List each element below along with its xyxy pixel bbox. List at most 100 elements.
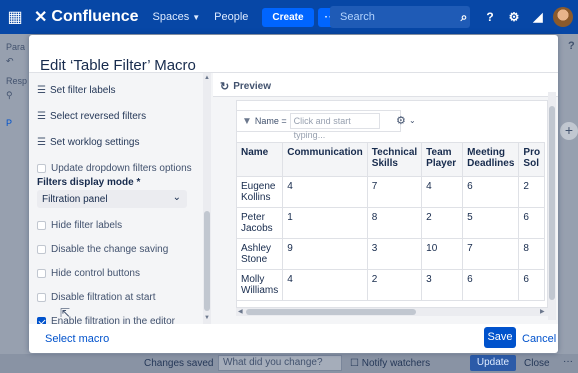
preview-heading[interactable]: ↻ Preview — [220, 80, 271, 93]
checkbox-icon — [37, 164, 46, 173]
column-header[interactable]: Technical Skills — [366, 142, 423, 177]
notifications-icon[interactable]: ◢ — [530, 9, 546, 25]
table-header-row: Name Communication Technical Skills Team… — [235, 142, 546, 177]
select-macro-link[interactable]: Select macro — [45, 333, 109, 345]
avatar[interactable] — [553, 7, 573, 27]
save-button[interactable]: Save — [484, 327, 516, 348]
update-button: Update — [470, 355, 516, 371]
scroll-up-icon[interactable]: ▲ — [204, 75, 210, 81]
disable-filtration-at-start-label: Disable filtration at start — [51, 292, 156, 303]
disable-filtration-at-start-checkbox[interactable]: Disable filtration at start — [37, 292, 156, 303]
app-switcher-icon[interactable]: ▦ — [0, 0, 30, 34]
hide-control-buttons-label: Hide control buttons — [51, 268, 140, 279]
hide-filter-labels-checkbox[interactable]: Hide filter labels — [37, 220, 122, 231]
create-button[interactable]: Create — [262, 7, 314, 27]
scrollbar-thumb[interactable] — [246, 309, 416, 315]
table-cell: Peter Jacobs — [235, 207, 284, 239]
gear-icon[interactable]: ⚙ — [396, 114, 406, 127]
settings-icon[interactable]: ⚙ — [506, 9, 522, 25]
table-cell: 3 — [421, 269, 464, 301]
preview-table: Name Communication Technical Skills Team… — [235, 142, 546, 301]
spaces-menu[interactable]: Spaces ▼ — [153, 11, 201, 23]
column-header[interactable]: Team Player — [421, 142, 464, 177]
set-worklog-settings-label: Set worklog settings — [49, 137, 140, 148]
table-cell: 9 — [282, 238, 368, 270]
mouse-cursor-icon: ⇱ — [60, 306, 71, 320]
table-cell: Molly Williams — [235, 269, 284, 301]
background-icon: ⚲ — [6, 90, 13, 100]
update-dropdown-filters-checkbox[interactable]: Update dropdown filters options — [37, 163, 192, 174]
confluence-logo[interactable]: ✕ Confluence — [34, 7, 139, 27]
set-worklog-settings-link[interactable]: ☰ Set worklog settings — [37, 137, 139, 148]
update-dropdown-filters-label: Update dropdown filters options — [51, 163, 192, 174]
select-reversed-filters-label: Select reversed filters — [49, 111, 147, 122]
scrollbar-thumb[interactable] — [549, 106, 555, 300]
scroll-left-icon[interactable]: ◀ — [238, 308, 243, 315]
disable-change-saving-checkbox[interactable]: Disable the change saving — [37, 244, 168, 255]
table-cell: 8 — [518, 238, 546, 270]
hide-control-buttons-checkbox[interactable]: Hide control buttons — [37, 268, 140, 279]
preview-title: Preview — [233, 81, 272, 92]
scroll-right-icon[interactable]: ▶ — [540, 308, 545, 315]
set-filter-labels-link[interactable]: ☰ Set filter labels — [37, 85, 116, 96]
checkbox-icon — [37, 245, 46, 254]
checkbox-icon — [37, 269, 46, 278]
list-icon: ☰ — [37, 85, 46, 96]
background-undo-icon: ↶ — [6, 56, 14, 66]
column-header[interactable]: Name — [235, 142, 284, 177]
table-cell: 6 — [518, 207, 546, 239]
table-row: Ashley Stone 9 3 10 7 8 — [235, 238, 546, 270]
logo-text: Confluence — [51, 8, 139, 25]
table-row: Molly Williams 4 2 3 6 6 — [235, 269, 546, 301]
name-filter-input[interactable]: Click and start typing... — [289, 113, 380, 140]
filters-display-mode-select[interactable]: Filtration panel ⌄ — [37, 190, 187, 208]
preview-vertical-scrollbar[interactable] — [548, 92, 556, 320]
checkbox-icon — [37, 293, 46, 302]
changes-saved-text: Changes saved — [144, 358, 214, 369]
select-reversed-filters-link[interactable]: ☰ Select reversed filters — [37, 111, 146, 122]
checkbox-icon — [37, 221, 46, 230]
change-comment-input: What did you change? — [218, 355, 342, 371]
table-cell: 10 — [421, 238, 464, 270]
table-cell: 3 — [366, 238, 423, 270]
more-options: ··· — [563, 356, 573, 367]
table-cell: 5 — [462, 207, 520, 239]
funnel-icon: ▼ — [242, 115, 252, 127]
background-help: ? — [568, 40, 575, 52]
search-input[interactable]: Search — [330, 6, 470, 28]
left-panel-scrollbar[interactable]: ▲ ▼ — [203, 73, 211, 324]
checkbox-checked-icon — [37, 317, 46, 324]
cancel-button[interactable]: Cancel — [522, 333, 556, 345]
macro-parameters-panel: ☰ Set filter labels ☰ Select reversed fi… — [29, 73, 213, 324]
search-icon[interactable]: ⌕ — [456, 9, 472, 25]
table-row: Eugene Kollins 4 7 4 6 2 — [235, 176, 546, 208]
disable-change-saving-label: Disable the change saving — [51, 244, 169, 255]
chevron-down-icon[interactable]: ⌄ — [409, 116, 416, 125]
column-header[interactable]: Communication — [282, 142, 368, 177]
list-icon: ☰ — [37, 111, 46, 122]
scrollbar-thumb[interactable] — [204, 211, 210, 311]
close-button: Close — [524, 358, 550, 369]
column-header[interactable]: Meeting Deadlines — [462, 142, 520, 177]
column-header[interactable]: Pro Sol — [518, 142, 546, 177]
help-icon[interactable]: ? — [482, 9, 498, 25]
table-cell: 2 — [518, 176, 546, 208]
scroll-down-icon[interactable]: ▼ — [204, 315, 210, 321]
background-text: Resp — [6, 76, 28, 86]
preview-horizontal-scrollbar[interactable]: ◀ ▶ — [236, 308, 548, 316]
people-link[interactable]: People — [214, 11, 248, 23]
background-text: Para — [6, 42, 26, 52]
background-sidebar-text: Para ↶ Resp ⚲ P — [6, 40, 27, 130]
table-cell: 8 — [366, 207, 423, 239]
name-filter: ▼ Name = Click and start typing... — [236, 110, 401, 140]
table-cell: 6 — [462, 269, 520, 301]
table-cell: 2 — [366, 269, 423, 301]
refresh-icon: ↻ — [220, 81, 230, 93]
table-cell: Ashley Stone — [235, 238, 284, 270]
table-cell: 4 — [421, 176, 464, 208]
table-cell: Eugene Kollins — [235, 176, 284, 208]
table-cell: 6 — [462, 176, 520, 208]
chevron-down-icon: ⌄ — [172, 192, 181, 203]
table-cell: 7 — [366, 176, 423, 208]
enable-filtration-in-editor-checkbox[interactable]: Enable filtration in the editor — [37, 316, 175, 324]
